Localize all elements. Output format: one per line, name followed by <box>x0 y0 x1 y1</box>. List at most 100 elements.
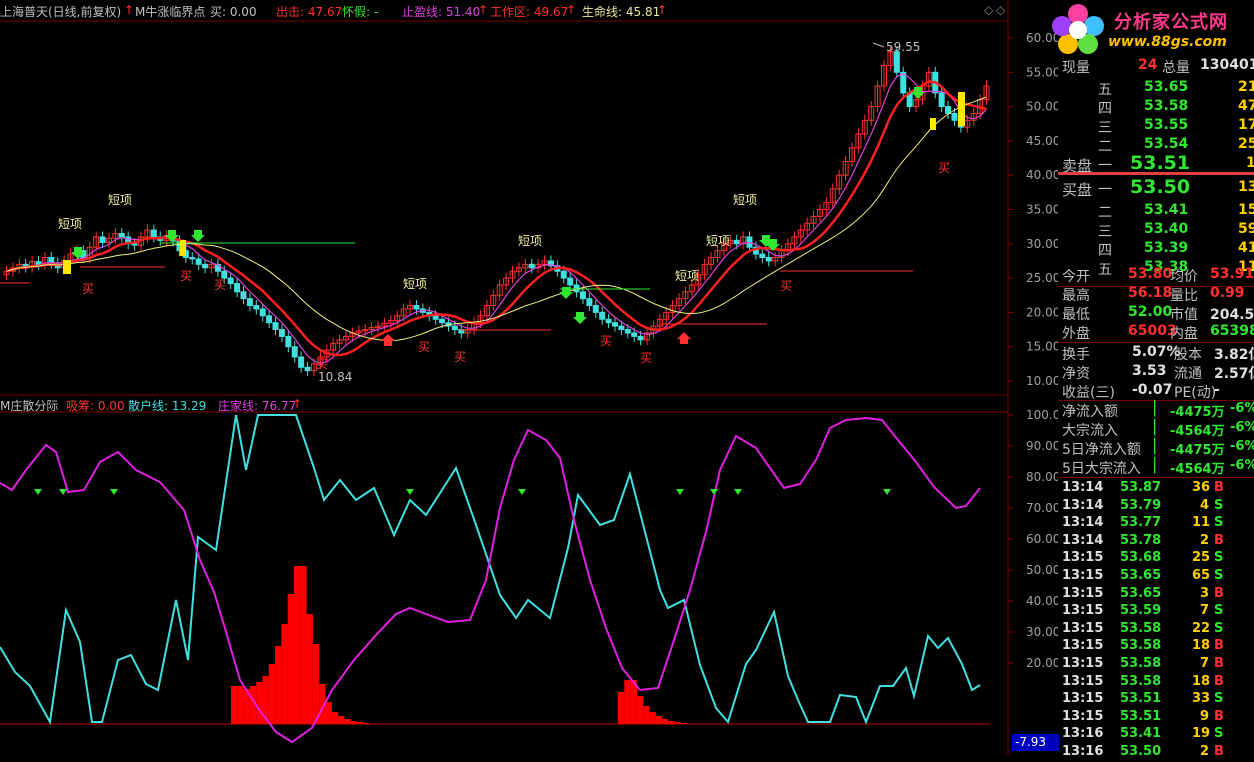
tick-row: 13:15 53.65 65 S <box>1058 568 1254 586</box>
flow-row: 5日大宗流入 ▏ -4564万 -6% <box>1058 458 1254 477</box>
flow-value: -4475万 <box>1170 443 1225 458</box>
buy-label: 买 <box>316 357 328 371</box>
xichou-bar <box>256 682 263 724</box>
level-label: 四 <box>1098 101 1112 117</box>
stat-label: PE(动) <box>1174 385 1217 401</box>
tick-time: 13:15 <box>1062 585 1104 601</box>
tick-time: 13:14 <box>1062 497 1104 513</box>
ma-red-line <box>6 80 987 357</box>
tick-vol: 7 <box>1200 656 1210 671</box>
flow-label: 5日大宗流入 <box>1062 461 1141 477</box>
tick-row: 13:16 53.41 19 S <box>1058 726 1254 744</box>
restore-icon[interactable]: ◇ <box>996 3 1005 17</box>
stock-title: 上海普天(日线,前复权) <box>0 5 122 19</box>
xichou-bar <box>294 566 301 724</box>
tick-time: 13:15 <box>1062 550 1104 566</box>
vol-value: 25 <box>1238 136 1254 152</box>
candle <box>234 283 241 293</box>
sell1-price: 53.51 <box>1130 152 1191 174</box>
tick-price: 53.59 <box>1120 603 1162 619</box>
buy-label: 买 <box>640 351 652 365</box>
up-arrow-icon: ↑ <box>124 3 135 17</box>
chart-annotations: 短项短项短项短项 短项短项短项买买买买买买买买买买59.5510.84 <box>58 40 965 384</box>
xichou-bar <box>281 624 288 724</box>
axis-label: 30.00 <box>1026 625 1058 639</box>
signal-triangle-icon <box>676 489 684 495</box>
buy-label: 买 <box>82 282 94 296</box>
tick-time: 13:15 <box>1062 708 1104 724</box>
tick-vol: 9 <box>1200 708 1210 724</box>
axis-label: 15.00 <box>1026 340 1058 354</box>
tick-time: 13:15 <box>1062 691 1104 707</box>
stat-value: 2.57亿 <box>1214 366 1254 382</box>
level-label: 五 <box>1098 82 1112 98</box>
ma-life-line <box>6 96 987 342</box>
stat-label: 换手 <box>1062 347 1090 363</box>
signal-triangle-icon <box>518 489 526 495</box>
xichou-bar <box>331 712 339 724</box>
candle <box>567 277 574 286</box>
xichou-bar <box>668 721 675 724</box>
xichou-bar <box>325 702 332 724</box>
volume-row: 现量 24 总量 130401 <box>1058 57 1254 76</box>
candle <box>611 322 618 327</box>
buy-label: 买 <box>938 161 950 175</box>
tick-side: S <box>1214 620 1224 636</box>
tick-side: B <box>1214 480 1224 495</box>
tick-price: 53.58 <box>1120 620 1162 636</box>
stat-label: 外盘 <box>1062 326 1090 342</box>
stat-row: 收益(三) -0.07 PE(动) - <box>1058 382 1254 401</box>
stat-value: 0.99 <box>1210 285 1245 301</box>
flow-label: 净流入额 <box>1062 404 1118 420</box>
flow-label: 大宗流入 <box>1062 423 1118 439</box>
tick-row: 13:14 53.78 2 B <box>1058 533 1254 551</box>
tick-side: B <box>1214 585 1224 601</box>
axis-label: 50.00 <box>1026 563 1058 577</box>
tick-row: 13:14 53.77 11 S <box>1058 515 1254 533</box>
signal-triangle-icon <box>110 489 118 495</box>
chart-area[interactable]: 60.00 55.00 50.00 45.00 40.00 35.00 30.00 25.00… <box>0 0 1058 755</box>
candle <box>227 277 234 285</box>
tick-side: B <box>1214 744 1224 759</box>
stat-value: 65398 <box>1210 323 1254 339</box>
stat-row: 今开 53.80 均价 53.91 <box>1058 266 1254 285</box>
stat-value: 53.80 <box>1128 266 1173 282</box>
stat-label: 均价 <box>1170 269 1198 285</box>
expand-icon[interactable]: ◇ <box>984 3 993 17</box>
vol-value: 21 <box>1238 79 1254 95</box>
sanhu-value: 散户线: 13.29 <box>128 399 207 413</box>
tick-row: 13:15 53.68 25 S <box>1058 550 1254 568</box>
axis-label: 20.00 <box>1026 656 1058 670</box>
stat-row: 净资 3.53 流通 2.57亿 <box>1058 363 1254 382</box>
stat-value: 204.5亿 <box>1210 307 1254 323</box>
tick-vol: 36 <box>1192 480 1211 495</box>
xichou-bar <box>312 644 320 724</box>
flow-pct: -6% <box>1230 401 1254 416</box>
candle <box>278 329 285 337</box>
tick-side: S <box>1214 603 1224 619</box>
tick-vol: 22 <box>1192 620 1211 636</box>
highlight-bar <box>930 118 936 130</box>
candle <box>432 315 439 320</box>
tick-side: B <box>1214 532 1224 548</box>
flow-row: 5日净流入额 ▏ -4475万 -6% <box>1058 439 1254 458</box>
xichou-bar <box>350 721 357 724</box>
candle <box>195 258 202 265</box>
tick-time: 13:15 <box>1062 603 1104 619</box>
huaijia-value: 怀假: - <box>342 5 379 19</box>
tick-vol: 11 <box>1192 515 1211 531</box>
candle <box>131 243 138 246</box>
axis-label: 30.00 <box>1026 237 1058 251</box>
stat-label: 流通 <box>1174 366 1202 382</box>
divider <box>1058 342 1254 343</box>
tick-time: 13:15 <box>1062 638 1104 654</box>
tick-price: 53.41 <box>1120 726 1162 742</box>
tick-row: 13:14 53.79 4 S <box>1058 498 1254 516</box>
flow-bar-icon: ▏ <box>1154 439 1165 455</box>
candle <box>439 318 446 324</box>
flow-value: -4564万 <box>1170 462 1225 477</box>
duanxiang-label: 短项 <box>108 193 132 207</box>
candle <box>298 356 305 368</box>
candle <box>759 253 766 259</box>
tick-time: 13:15 <box>1062 673 1104 689</box>
